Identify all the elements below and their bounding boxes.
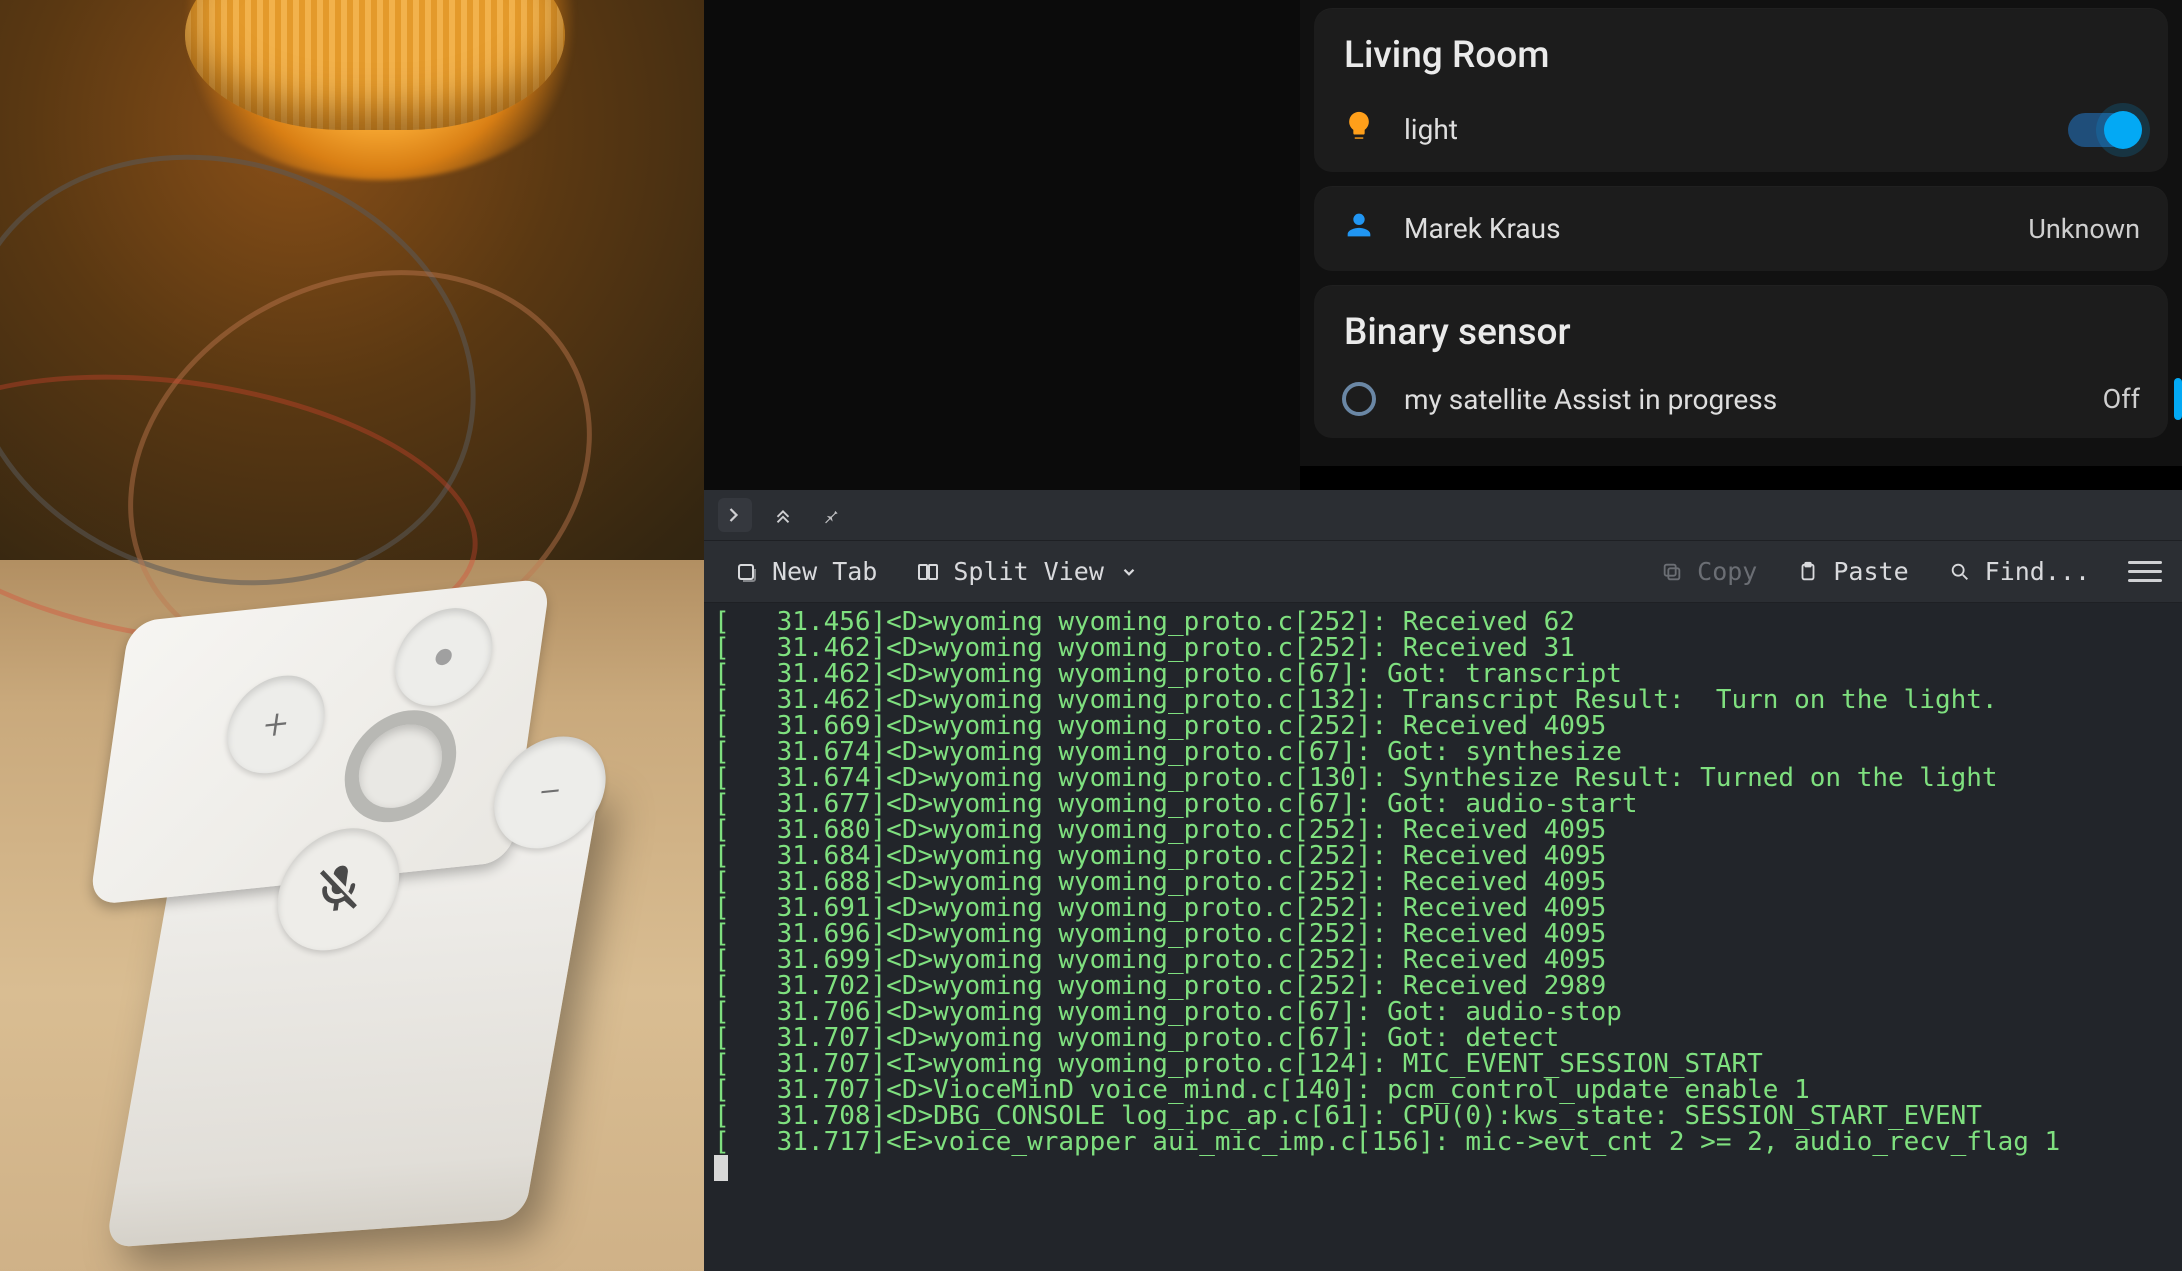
new-tab-button[interactable]: New Tab	[724, 551, 887, 592]
copy-button[interactable]: Copy	[1649, 551, 1767, 592]
log-line: [ 31.707]<I>wyoming wyoming_proto.c[124]…	[714, 1051, 2172, 1077]
search-icon	[1947, 559, 1973, 585]
voice-assistant-device: + −	[70, 573, 630, 1198]
log-line: [ 31.706]<D>wyoming wyoming_proto.c[67]:…	[714, 999, 2172, 1025]
pin-icon[interactable]	[814, 498, 848, 532]
terminal-window: New Tab Split View Copy Paste	[704, 490, 2182, 1271]
person-name: Marek Kraus	[1404, 212, 2000, 245]
collapse-up-icon[interactable]	[766, 498, 800, 532]
copy-label: Copy	[1697, 557, 1757, 586]
mic-off-icon	[306, 858, 370, 921]
background-dark	[704, 0, 1300, 490]
device-action-button	[389, 603, 499, 710]
log-line: [ 31.456]<D>wyoming wyoming_proto.c[252]…	[714, 609, 2172, 635]
copy-icon	[1659, 559, 1685, 585]
person-icon	[1342, 208, 1376, 249]
living-room-card: Living Room light	[1314, 8, 2168, 172]
prompt-icon[interactable]	[718, 498, 752, 532]
hamburger-menu-button[interactable]	[2118, 555, 2162, 588]
device-volume-down-button: −	[487, 731, 613, 854]
terminal-titlebar	[704, 490, 2182, 541]
log-line: [ 31.717]<E>voice_wrapper aui_mic_imp.c[…	[714, 1129, 2172, 1155]
photo-panel: + −	[0, 0, 704, 1271]
light-toggle[interactable]	[2068, 113, 2140, 147]
split-view-label: Split View	[953, 557, 1104, 586]
paste-button[interactable]: Paste	[1785, 551, 1918, 592]
log-line: [ 31.669]<D>wyoming wyoming_proto.c[252]…	[714, 713, 2172, 739]
split-view-button[interactable]: Split View	[905, 551, 1152, 592]
log-line: [ 31.680]<D>wyoming wyoming_proto.c[252]…	[714, 817, 2172, 843]
terminal-toolbar: New Tab Split View Copy Paste	[704, 541, 2182, 603]
log-line: [ 31.462]<D>wyoming wyoming_proto.c[67]:…	[714, 661, 2172, 687]
log-line: [ 31.462]<D>wyoming wyoming_proto.c[252]…	[714, 635, 2172, 661]
entity-row-person[interactable]: Marek Kraus Unknown	[1314, 186, 2168, 271]
new-tab-icon	[734, 559, 760, 585]
entity-label: light	[1404, 113, 2040, 146]
find-button[interactable]: Find...	[1937, 551, 2100, 592]
split-view-icon	[915, 559, 941, 585]
entity-label: my satellite Assist in progress	[1404, 383, 2075, 416]
hamburger-icon	[2128, 561, 2162, 582]
card-title: Living Room	[1314, 8, 2168, 87]
log-line: [ 31.677]<D>wyoming wyoming_proto.c[67]:…	[714, 791, 2172, 817]
log-line: [ 31.696]<D>wyoming wyoming_proto.c[252]…	[714, 921, 2172, 947]
log-line: [ 31.707]<D>VioceMinD voice_mind.c[140]:…	[714, 1077, 2172, 1103]
log-line: [ 31.702]<D>wyoming wyoming_proto.c[252]…	[714, 973, 2172, 999]
log-line: [ 31.674]<D>wyoming wyoming_proto.c[67]:…	[714, 739, 2172, 765]
log-line: [ 31.691]<D>wyoming wyoming_proto.c[252]…	[714, 895, 2172, 921]
find-label: Find...	[1985, 557, 2090, 586]
log-line: [ 31.688]<D>wyoming wyoming_proto.c[252]…	[714, 869, 2172, 895]
entity-row-binary-sensor[interactable]: my satellite Assist in progress Off	[1314, 360, 2168, 438]
card-title: Binary sensor	[1314, 285, 2168, 360]
paste-label: Paste	[1833, 557, 1908, 586]
log-line: [ 31.707]<D>wyoming wyoming_proto.c[67]:…	[714, 1025, 2172, 1051]
person-card: Marek Kraus Unknown	[1314, 186, 2168, 271]
terminal-output[interactable]: [ 31.456]<D>wyoming wyoming_proto.c[252]…	[704, 603, 2182, 1271]
entity-row-light[interactable]: light	[1314, 87, 2168, 172]
terminal-cursor	[714, 1155, 728, 1181]
device-ring-button	[337, 705, 463, 828]
lightbulb-icon	[1342, 109, 1376, 150]
log-line: [ 31.684]<D>wyoming wyoming_proto.c[252]…	[714, 843, 2172, 869]
device-volume-up-button: +	[221, 671, 331, 778]
new-tab-label: New Tab	[772, 557, 877, 586]
home-assistant-panel: Living Room light Marek Kraus Unknown Bi…	[1300, 0, 2182, 466]
paste-icon	[1795, 559, 1821, 585]
chevron-down-icon	[1116, 559, 1142, 585]
log-line: [ 31.708]<D>DBG_CONSOLE log_ipc_ap.c[61]…	[714, 1103, 2172, 1129]
log-line: [ 31.674]<D>wyoming wyoming_proto.c[130]…	[714, 765, 2172, 791]
binary-sensor-card: Binary sensor my satellite Assist in pro…	[1314, 285, 2168, 438]
device-top-face: + −	[89, 578, 551, 905]
entity-state: Off	[2103, 383, 2140, 415]
person-state: Unknown	[2028, 213, 2140, 245]
radiobox-blank-icon	[1342, 382, 1376, 416]
log-line: [ 31.699]<D>wyoming wyoming_proto.c[252]…	[714, 947, 2172, 973]
log-line: [ 31.462]<D>wyoming wyoming_proto.c[132]…	[714, 687, 2172, 713]
